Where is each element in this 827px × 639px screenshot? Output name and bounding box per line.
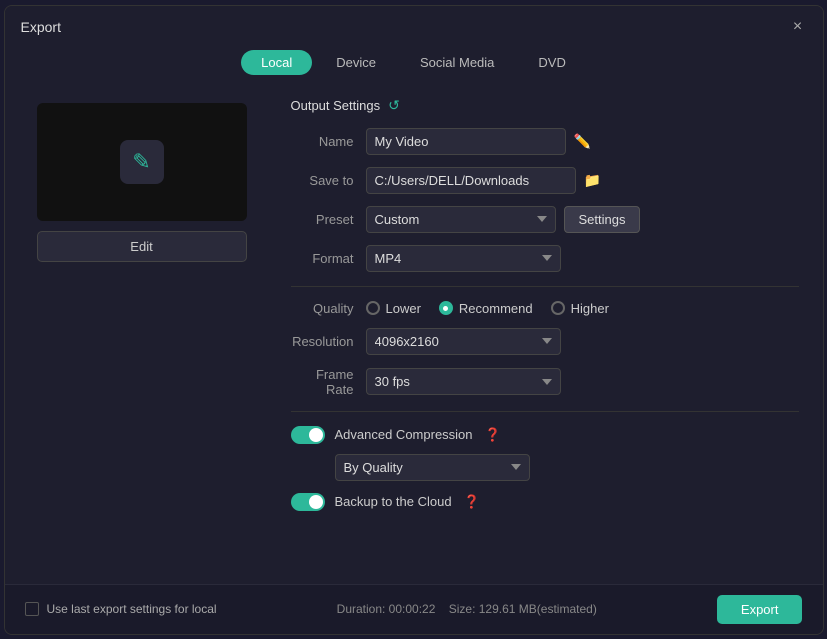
save-to-field-container: 📁 <box>366 167 799 194</box>
advanced-compression-row: Advanced Compression ❓ <box>291 426 799 444</box>
quality-label: Quality <box>291 301 366 316</box>
name-label: Name <box>291 134 366 149</box>
ai-icon[interactable]: ✏️ <box>574 133 591 150</box>
duration-label: Duration: 00:00:22 <box>337 602 436 616</box>
quality-recommend[interactable]: Recommend <box>439 301 533 316</box>
frame-rate-select[interactable]: 30 fps 60 fps <box>366 368 561 395</box>
compression-mode-select[interactable]: By Quality By Bitrate <box>335 454 530 481</box>
save-to-label: Save to <box>291 173 366 188</box>
advanced-compression-label: Advanced Compression <box>335 427 473 442</box>
output-settings-header: Output Settings ↺ <box>291 97 799 114</box>
output-settings-title: Output Settings <box>291 98 381 113</box>
backup-cloud-row: Backup to the Cloud ❓ <box>291 493 799 511</box>
close-button[interactable]: × <box>789 18 807 36</box>
backup-cloud-label: Backup to the Cloud <box>335 494 452 509</box>
quality-radio-group: Lower Recommend Higher <box>366 301 609 316</box>
edit-button[interactable]: Edit <box>37 231 247 262</box>
bottom-bar: Use last export settings for local Durat… <box>5 584 823 634</box>
quality-row: Quality Lower Recommend Higher <box>291 301 799 316</box>
frame-rate-row: Frame Rate 30 fps 60 fps <box>291 367 799 397</box>
name-input[interactable] <box>366 128 566 155</box>
tab-social-media[interactable]: Social Media <box>400 50 514 75</box>
resolution-field-container: 4096x2160 1920x1080 <box>366 328 799 355</box>
format-row: Format MP4 MOV <box>291 245 799 272</box>
backup-cloud-toggle[interactable] <box>291 493 325 511</box>
size-label: Size: 129.61 MB(estimated) <box>449 602 597 616</box>
divider-1 <box>291 286 799 287</box>
toggle-thumb-cloud <box>309 495 323 509</box>
advanced-compression-help-icon[interactable]: ❓ <box>485 427 501 443</box>
tab-device[interactable]: Device <box>316 50 396 75</box>
save-to-row: Save to 📁 <box>291 167 799 194</box>
quality-lower-radio[interactable] <box>366 301 380 315</box>
use-last-label: Use last export settings for local <box>47 602 217 616</box>
main-content: ✎ Edit Output Settings ↺ Name ✏️ Save to <box>5 87 823 584</box>
format-select[interactable]: MP4 MOV <box>366 245 561 272</box>
compression-mode-row: By Quality By Bitrate <box>335 454 799 481</box>
name-field-container: ✏️ <box>366 128 799 155</box>
divider-2 <box>291 411 799 412</box>
preset-select[interactable]: Custom <box>366 206 556 233</box>
settings-panel: Output Settings ↺ Name ✏️ Save to 📁 <box>275 87 823 584</box>
use-last-checkbox[interactable] <box>25 602 39 616</box>
advanced-compression-toggle[interactable] <box>291 426 325 444</box>
frame-rate-label: Frame Rate <box>291 367 366 397</box>
tabs-container: Local Device Social Media DVD <box>5 44 823 87</box>
export-dialog: Export × Local Device Social Media DVD ✎… <box>4 5 824 635</box>
use-last-settings[interactable]: Use last export settings for local <box>25 602 217 616</box>
resolution-select[interactable]: 4096x2160 1920x1080 <box>366 328 561 355</box>
resolution-label: Resolution <box>291 334 366 349</box>
dialog-title: Export <box>21 19 61 35</box>
frame-rate-field-container: 30 fps 60 fps <box>366 368 799 395</box>
preview-panel: ✎ Edit <box>5 87 275 584</box>
name-row: Name ✏️ <box>291 128 799 155</box>
toggle-thumb-compression <box>309 428 323 442</box>
tab-local[interactable]: Local <box>241 50 312 75</box>
quality-higher[interactable]: Higher <box>551 301 609 316</box>
quality-higher-radio[interactable] <box>551 301 565 315</box>
preset-field-container: Custom Settings <box>366 206 799 233</box>
quality-recommend-radio[interactable] <box>439 301 453 315</box>
save-to-input[interactable] <box>366 167 576 194</box>
export-button[interactable]: Export <box>717 595 803 624</box>
refresh-icon[interactable]: ↺ <box>388 97 400 114</box>
preset-label: Preset <box>291 212 366 227</box>
file-info: Duration: 00:00:22 Size: 129.61 MB(estim… <box>337 602 597 616</box>
quality-lower-label: Lower <box>386 301 421 316</box>
preview-box: ✎ <box>37 103 247 221</box>
format-label: Format <box>291 251 366 266</box>
tab-dvd[interactable]: DVD <box>518 50 585 75</box>
title-bar: Export × <box>5 6 823 44</box>
quality-recommend-label: Recommend <box>459 301 533 316</box>
quality-higher-label: Higher <box>571 301 609 316</box>
preview-thumbnail-icon: ✎ <box>120 140 164 184</box>
settings-button[interactable]: Settings <box>564 206 641 233</box>
backup-cloud-help-icon[interactable]: ❓ <box>464 494 480 510</box>
preset-row: Preset Custom Settings <box>291 206 799 233</box>
resolution-row: Resolution 4096x2160 1920x1080 <box>291 328 799 355</box>
format-field-container: MP4 MOV <box>366 245 799 272</box>
folder-icon[interactable]: 📁 <box>584 172 601 189</box>
quality-lower[interactable]: Lower <box>366 301 421 316</box>
